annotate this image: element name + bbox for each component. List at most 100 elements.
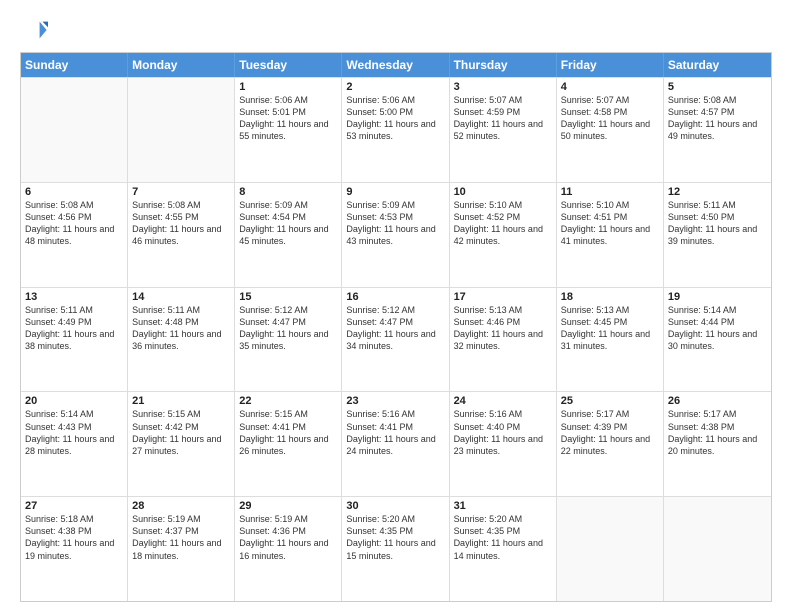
calendar-cell: 16 Sunrise: 5:12 AMSunset: 4:47 PMDaylig… [342, 288, 449, 392]
cell-info: Sunrise: 5:15 AMSunset: 4:42 PMDaylight:… [132, 408, 230, 457]
day-number: 1 [239, 81, 337, 93]
cell-info: Sunrise: 5:19 AMSunset: 4:36 PMDaylight:… [239, 513, 337, 562]
day-number: 25 [561, 395, 659, 407]
calendar-row: 13 Sunrise: 5:11 AMSunset: 4:49 PMDaylig… [21, 287, 771, 392]
day-number: 28 [132, 500, 230, 512]
cell-info: Sunrise: 5:14 AMSunset: 4:43 PMDaylight:… [25, 408, 123, 457]
day-number: 6 [25, 186, 123, 198]
day-number: 29 [239, 500, 337, 512]
day-number: 2 [346, 81, 444, 93]
weekday-header: Saturday [664, 53, 771, 77]
cell-info: Sunrise: 5:07 AMSunset: 4:59 PMDaylight:… [454, 94, 552, 143]
cell-info: Sunrise: 5:11 AMSunset: 4:48 PMDaylight:… [132, 304, 230, 353]
calendar-cell: 20 Sunrise: 5:14 AMSunset: 4:43 PMDaylig… [21, 392, 128, 496]
cell-info: Sunrise: 5:19 AMSunset: 4:37 PMDaylight:… [132, 513, 230, 562]
calendar-cell: 4 Sunrise: 5:07 AMSunset: 4:58 PMDayligh… [557, 78, 664, 182]
cell-info: Sunrise: 5:10 AMSunset: 4:52 PMDaylight:… [454, 199, 552, 248]
calendar-cell [557, 497, 664, 601]
calendar-cell: 25 Sunrise: 5:17 AMSunset: 4:39 PMDaylig… [557, 392, 664, 496]
calendar-cell: 27 Sunrise: 5:18 AMSunset: 4:38 PMDaylig… [21, 497, 128, 601]
cell-info: Sunrise: 5:13 AMSunset: 4:46 PMDaylight:… [454, 304, 552, 353]
calendar-cell: 3 Sunrise: 5:07 AMSunset: 4:59 PMDayligh… [450, 78, 557, 182]
calendar-cell: 12 Sunrise: 5:11 AMSunset: 4:50 PMDaylig… [664, 183, 771, 287]
day-number: 7 [132, 186, 230, 198]
cell-info: Sunrise: 5:17 AMSunset: 4:39 PMDaylight:… [561, 408, 659, 457]
calendar-row: 1 Sunrise: 5:06 AMSunset: 5:01 PMDayligh… [21, 77, 771, 182]
calendar-row: 27 Sunrise: 5:18 AMSunset: 4:38 PMDaylig… [21, 496, 771, 601]
cell-info: Sunrise: 5:20 AMSunset: 4:35 PMDaylight:… [346, 513, 444, 562]
cell-info: Sunrise: 5:09 AMSunset: 4:53 PMDaylight:… [346, 199, 444, 248]
calendar-cell: 19 Sunrise: 5:14 AMSunset: 4:44 PMDaylig… [664, 288, 771, 392]
day-number: 23 [346, 395, 444, 407]
cell-info: Sunrise: 5:11 AMSunset: 4:50 PMDaylight:… [668, 199, 767, 248]
day-number: 10 [454, 186, 552, 198]
calendar-body: 1 Sunrise: 5:06 AMSunset: 5:01 PMDayligh… [21, 77, 771, 601]
day-number: 13 [25, 291, 123, 303]
calendar-cell [664, 497, 771, 601]
weekday-header: Tuesday [235, 53, 342, 77]
day-number: 17 [454, 291, 552, 303]
calendar-cell [128, 78, 235, 182]
cell-info: Sunrise: 5:12 AMSunset: 4:47 PMDaylight:… [346, 304, 444, 353]
cell-info: Sunrise: 5:13 AMSunset: 4:45 PMDaylight:… [561, 304, 659, 353]
calendar-cell: 15 Sunrise: 5:12 AMSunset: 4:47 PMDaylig… [235, 288, 342, 392]
cell-info: Sunrise: 5:11 AMSunset: 4:49 PMDaylight:… [25, 304, 123, 353]
weekday-header: Wednesday [342, 53, 449, 77]
cell-info: Sunrise: 5:16 AMSunset: 4:41 PMDaylight:… [346, 408, 444, 457]
weekday-header: Monday [128, 53, 235, 77]
calendar-cell: 23 Sunrise: 5:16 AMSunset: 4:41 PMDaylig… [342, 392, 449, 496]
calendar-cell: 17 Sunrise: 5:13 AMSunset: 4:46 PMDaylig… [450, 288, 557, 392]
calendar-cell: 29 Sunrise: 5:19 AMSunset: 4:36 PMDaylig… [235, 497, 342, 601]
day-number: 19 [668, 291, 767, 303]
calendar-cell: 1 Sunrise: 5:06 AMSunset: 5:01 PMDayligh… [235, 78, 342, 182]
calendar-cell: 31 Sunrise: 5:20 AMSunset: 4:35 PMDaylig… [450, 497, 557, 601]
calendar-cell: 28 Sunrise: 5:19 AMSunset: 4:37 PMDaylig… [128, 497, 235, 601]
day-number: 9 [346, 186, 444, 198]
calendar-cell: 30 Sunrise: 5:20 AMSunset: 4:35 PMDaylig… [342, 497, 449, 601]
cell-info: Sunrise: 5:16 AMSunset: 4:40 PMDaylight:… [454, 408, 552, 457]
calendar-cell: 6 Sunrise: 5:08 AMSunset: 4:56 PMDayligh… [21, 183, 128, 287]
day-number: 24 [454, 395, 552, 407]
logo [20, 16, 52, 44]
day-number: 21 [132, 395, 230, 407]
day-number: 20 [25, 395, 123, 407]
header [20, 16, 772, 44]
day-number: 12 [668, 186, 767, 198]
calendar-cell: 22 Sunrise: 5:15 AMSunset: 4:41 PMDaylig… [235, 392, 342, 496]
calendar-row: 20 Sunrise: 5:14 AMSunset: 4:43 PMDaylig… [21, 391, 771, 496]
cell-info: Sunrise: 5:17 AMSunset: 4:38 PMDaylight:… [668, 408, 767, 457]
calendar-cell: 8 Sunrise: 5:09 AMSunset: 4:54 PMDayligh… [235, 183, 342, 287]
day-number: 30 [346, 500, 444, 512]
day-number: 5 [668, 81, 767, 93]
calendar-cell [21, 78, 128, 182]
calendar-cell: 5 Sunrise: 5:08 AMSunset: 4:57 PMDayligh… [664, 78, 771, 182]
day-number: 31 [454, 500, 552, 512]
day-number: 3 [454, 81, 552, 93]
calendar: SundayMondayTuesdayWednesdayThursdayFrid… [20, 52, 772, 602]
calendar-cell: 24 Sunrise: 5:16 AMSunset: 4:40 PMDaylig… [450, 392, 557, 496]
day-number: 8 [239, 186, 337, 198]
calendar-cell: 11 Sunrise: 5:10 AMSunset: 4:51 PMDaylig… [557, 183, 664, 287]
weekday-header: Thursday [450, 53, 557, 77]
calendar-cell: 9 Sunrise: 5:09 AMSunset: 4:53 PMDayligh… [342, 183, 449, 287]
day-number: 15 [239, 291, 337, 303]
calendar-cell: 26 Sunrise: 5:17 AMSunset: 4:38 PMDaylig… [664, 392, 771, 496]
cell-info: Sunrise: 5:07 AMSunset: 4:58 PMDaylight:… [561, 94, 659, 143]
day-number: 11 [561, 186, 659, 198]
cell-info: Sunrise: 5:14 AMSunset: 4:44 PMDaylight:… [668, 304, 767, 353]
cell-info: Sunrise: 5:10 AMSunset: 4:51 PMDaylight:… [561, 199, 659, 248]
calendar-cell: 14 Sunrise: 5:11 AMSunset: 4:48 PMDaylig… [128, 288, 235, 392]
day-number: 22 [239, 395, 337, 407]
calendar-cell: 2 Sunrise: 5:06 AMSunset: 5:00 PMDayligh… [342, 78, 449, 182]
cell-info: Sunrise: 5:09 AMSunset: 4:54 PMDaylight:… [239, 199, 337, 248]
cell-info: Sunrise: 5:18 AMSunset: 4:38 PMDaylight:… [25, 513, 123, 562]
weekday-header: Sunday [21, 53, 128, 77]
cell-info: Sunrise: 5:06 AMSunset: 5:01 PMDaylight:… [239, 94, 337, 143]
cell-info: Sunrise: 5:08 AMSunset: 4:55 PMDaylight:… [132, 199, 230, 248]
day-number: 16 [346, 291, 444, 303]
cell-info: Sunrise: 5:12 AMSunset: 4:47 PMDaylight:… [239, 304, 337, 353]
cell-info: Sunrise: 5:08 AMSunset: 4:56 PMDaylight:… [25, 199, 123, 248]
calendar-cell: 21 Sunrise: 5:15 AMSunset: 4:42 PMDaylig… [128, 392, 235, 496]
cell-info: Sunrise: 5:20 AMSunset: 4:35 PMDaylight:… [454, 513, 552, 562]
day-number: 27 [25, 500, 123, 512]
